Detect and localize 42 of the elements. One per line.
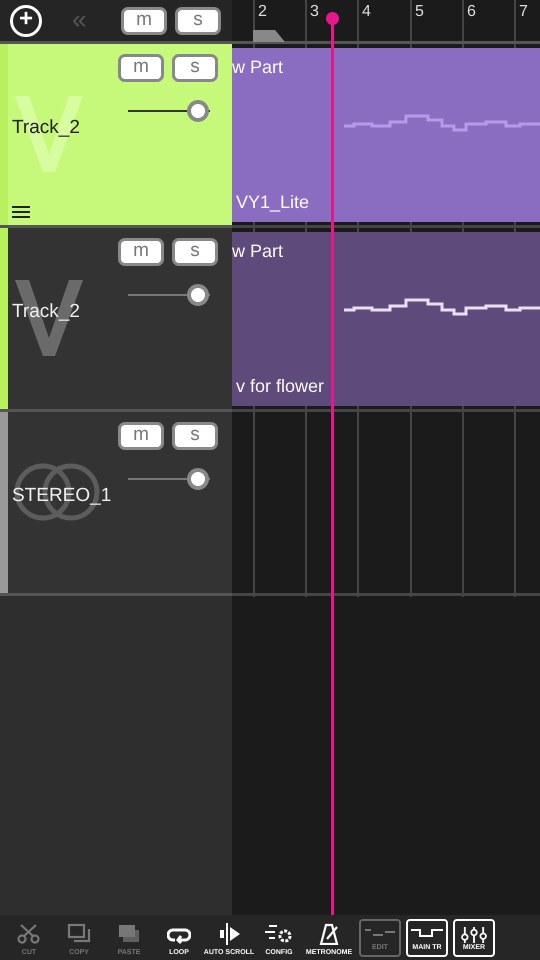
paste-icon bbox=[117, 923, 141, 945]
mixer-icon bbox=[459, 926, 489, 943]
slider-thumb[interactable] bbox=[186, 468, 209, 490]
scissors-icon bbox=[17, 923, 41, 945]
menu-icon[interactable] bbox=[12, 206, 30, 218]
singer-name: VY1_Lite bbox=[236, 191, 310, 214]
volume-slider[interactable] bbox=[128, 284, 210, 306]
track-name: Track_2 bbox=[12, 300, 80, 324]
playhead-handle[interactable] bbox=[326, 12, 339, 25]
add-track-button[interactable]: + bbox=[10, 4, 42, 36]
solo-button[interactable]: s bbox=[172, 54, 218, 82]
volume-slider[interactable] bbox=[128, 468, 210, 490]
vocal-part[interactable]: w Part v for flower bbox=[232, 232, 540, 406]
track-header[interactable]: Track_2 m s bbox=[0, 44, 232, 228]
part-title: w Part bbox=[232, 240, 284, 263]
bar-number: 4 bbox=[362, 2, 371, 22]
loop-marker-icon bbox=[253, 30, 285, 42]
mute-button[interactable]: m bbox=[121, 6, 167, 34]
solo-button[interactable]: s bbox=[172, 238, 218, 266]
gear-icon bbox=[265, 923, 293, 945]
slider-thumb[interactable] bbox=[186, 100, 209, 122]
bar-number: 5 bbox=[415, 2, 424, 22]
bar-number: 7 bbox=[519, 2, 528, 22]
track-header[interactable]: STEREO_1 m s bbox=[0, 412, 232, 596]
solo-button[interactable]: s bbox=[175, 6, 221, 34]
copy-icon bbox=[67, 923, 91, 945]
track-name: STEREO_1 bbox=[12, 484, 112, 508]
bar-number: 2 bbox=[258, 2, 267, 22]
bar-number: 3 bbox=[310, 2, 319, 22]
track-name: Track_2 bbox=[12, 116, 80, 140]
volume-slider[interactable] bbox=[128, 100, 210, 122]
slider-thumb[interactable] bbox=[186, 284, 209, 306]
track-header[interactable]: Track_2 m s bbox=[0, 228, 232, 412]
metronome-icon bbox=[317, 923, 341, 945]
solo-button[interactable]: s bbox=[172, 422, 218, 450]
mute-button[interactable]: m bbox=[118, 238, 164, 266]
vocal-part[interactable]: w Part VY1_Lite bbox=[232, 48, 540, 222]
mute-button[interactable]: m bbox=[118, 422, 164, 450]
part-title: w Part bbox=[232, 56, 284, 79]
singer-name: v for flower bbox=[236, 375, 324, 398]
bar-number: 6 bbox=[467, 2, 476, 22]
mute-button[interactable]: m bbox=[118, 54, 164, 82]
